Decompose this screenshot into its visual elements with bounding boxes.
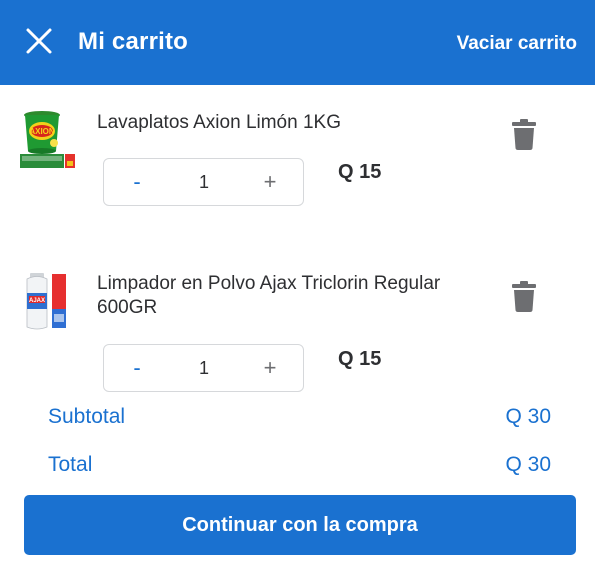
item-name: Lavaplatos Axion Limón 1KG [97,112,341,133]
subtotal-row: Subtotal Q 30 [48,405,551,435]
product-image: AXION [18,109,80,171]
quantity-stepper: - 1 + [103,344,304,392]
subtotal-value: Q 30 [505,405,551,428]
trash-icon [512,119,536,150]
page-title: Mi carrito [78,28,189,55]
quantity-value: 1 [198,172,209,192]
clear-cart-button[interactable]: Vaciar carrito [457,33,577,55]
svg-text:AJAX: AJAX [29,298,45,304]
item-price: Q 15 [338,161,382,183]
cart-item: AXION Lavaplatos Axion Limón 1KG - 1 + Q… [0,85,595,235]
decrease-quantity-button[interactable]: - [112,159,162,205]
ajax-product-image: AJAX [26,273,66,330]
trash-icon [512,281,536,312]
continue-purchase-button[interactable]: Continuar con la compra [24,495,576,555]
total-label: Total [48,453,93,476]
close-button[interactable] [22,24,56,58]
cart-item: AJAX Limpador en Polvo Ajax Triclorin Re… [0,255,595,395]
quantity-stepper: - 1 + [103,158,304,206]
svg-text:AXION: AXION [29,127,55,136]
total-value: Q 30 [505,453,551,476]
quantity-value: 1 [198,358,209,378]
subtotal-label: Subtotal [48,405,126,428]
item-name: Limpador en Polvo Ajax Triclorin Regular… [97,273,441,318]
close-icon [26,28,52,54]
cart-header: Mi carrito Vaciar carrito [0,0,595,85]
increase-quantity-button[interactable]: + [245,345,295,391]
item-price: Q 15 [338,348,382,370]
total-row: Total Q 30 [48,453,551,483]
axion-product-image: AXION [20,111,75,168]
delete-item-button[interactable] [509,117,539,151]
decrease-quantity-button[interactable]: - [112,345,162,391]
delete-item-button[interactable] [509,279,539,313]
product-image: AJAX [18,271,80,333]
increase-quantity-button[interactable]: + [245,159,295,205]
